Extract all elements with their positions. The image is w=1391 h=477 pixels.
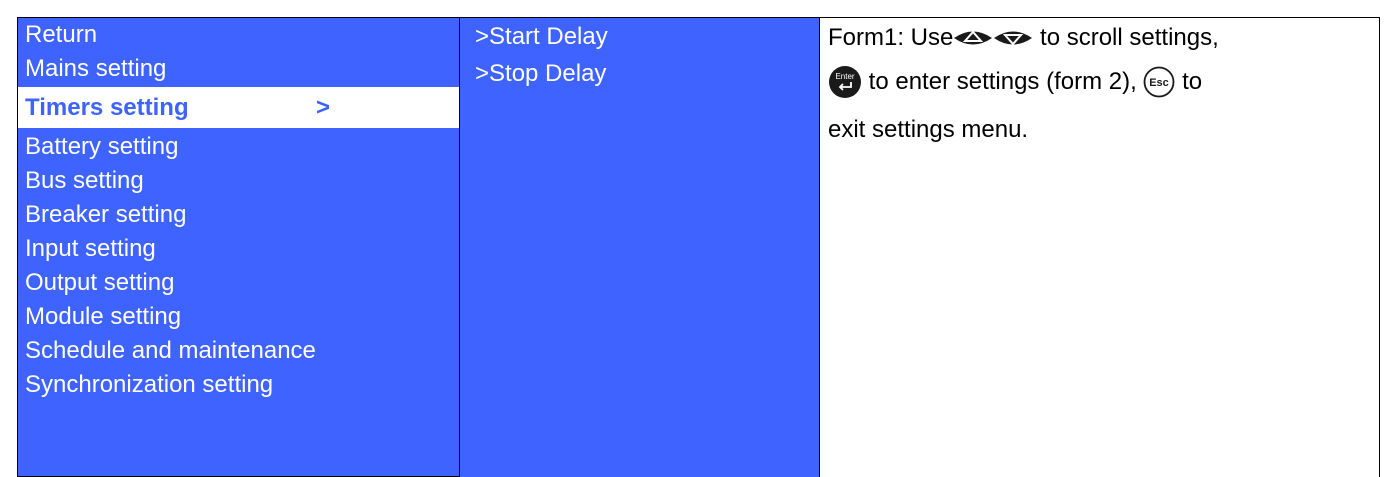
- help-line-1-suffix: to scroll settings,: [1033, 24, 1219, 51]
- menu-item-label: Bus setting: [25, 167, 144, 194]
- help-line-2-middle: to enter settings (form 2),: [862, 68, 1144, 95]
- submenu-item-label: >Start Delay: [475, 23, 608, 50]
- help-line-2-suffix: to: [1175, 68, 1203, 95]
- menu-item-input-setting[interactable]: Input setting: [18, 232, 459, 266]
- submenu-item-stop-delay[interactable]: >Stop Delay: [460, 55, 819, 92]
- help-panel: Form1: Use to scroll settings, Enter to …: [820, 17, 1380, 477]
- submenu-arrow-indicator: >: [316, 94, 331, 121]
- help-line-3: exit settings menu.: [828, 106, 1379, 154]
- submenu-item-start-delay[interactable]: >Start Delay: [460, 18, 819, 55]
- menu-item-synchronization-setting[interactable]: Synchronization setting: [18, 368, 459, 402]
- menu-item-breaker-setting[interactable]: Breaker setting: [18, 198, 459, 232]
- enter-key-label: Enter: [835, 72, 854, 81]
- timers-submenu-list: >Start Delay >Stop Delay: [460, 18, 819, 92]
- timers-submenu-panel: >Start Delay >Stop Delay: [460, 17, 820, 477]
- menu-item-output-setting[interactable]: Output setting: [18, 266, 459, 300]
- menu-item-label: Schedule and maintenance: [25, 337, 316, 364]
- esc-key-icon: Esc: [1144, 66, 1175, 98]
- menu-item-label: Output setting: [25, 269, 175, 296]
- menu-item-schedule-and-maintenance[interactable]: Schedule and maintenance: [18, 334, 459, 368]
- menu-item-mains-setting[interactable]: Mains setting: [18, 52, 459, 86]
- help-line-1-prefix: Form1: Use: [828, 24, 954, 51]
- menu-item-label: Timers setting: [25, 94, 189, 121]
- menu-item-label: Module setting: [25, 303, 182, 330]
- submenu-item-label: >Stop Delay: [475, 60, 607, 87]
- menu-item-battery-setting[interactable]: Battery setting: [18, 130, 459, 164]
- menu-item-label: Return: [25, 21, 98, 48]
- help-line-3-text: exit settings menu.: [828, 116, 1029, 143]
- menu-item-label: Breaker setting: [25, 201, 187, 228]
- menu-item-label: Battery setting: [25, 133, 179, 160]
- help-line-2: Enter to enter settings (form 2), Esc to: [828, 58, 1379, 106]
- menu-item-bus-setting[interactable]: Bus setting: [18, 164, 459, 198]
- settings-menu-panel: Return Mains setting Timers setting > Bat…: [17, 17, 460, 477]
- esc-key-label: Esc: [1150, 77, 1170, 89]
- menu-item-return[interactable]: Return: [18, 18, 459, 52]
- help-line-1: Form1: Use to scroll settings,: [828, 18, 1379, 58]
- scroll-keys-icon: [954, 30, 1033, 46]
- menu-item-label: Mains setting: [25, 55, 167, 82]
- menu-item-timers-setting[interactable]: Timers setting >: [18, 87, 459, 128]
- menu-item-label: Synchronization setting: [25, 371, 274, 398]
- help-text: Form1: Use to scroll settings, Enter to …: [820, 18, 1379, 154]
- down-arrow-key-icon: [994, 31, 1033, 46]
- settings-menu-list: Return Mains setting Timers setting > Bat…: [18, 18, 459, 402]
- menu-item-label: Input setting: [25, 235, 156, 262]
- enter-key-icon: Enter: [829, 66, 861, 98]
- up-arrow-key-icon: [954, 30, 993, 45]
- menu-item-module-setting[interactable]: Module setting: [18, 300, 459, 334]
